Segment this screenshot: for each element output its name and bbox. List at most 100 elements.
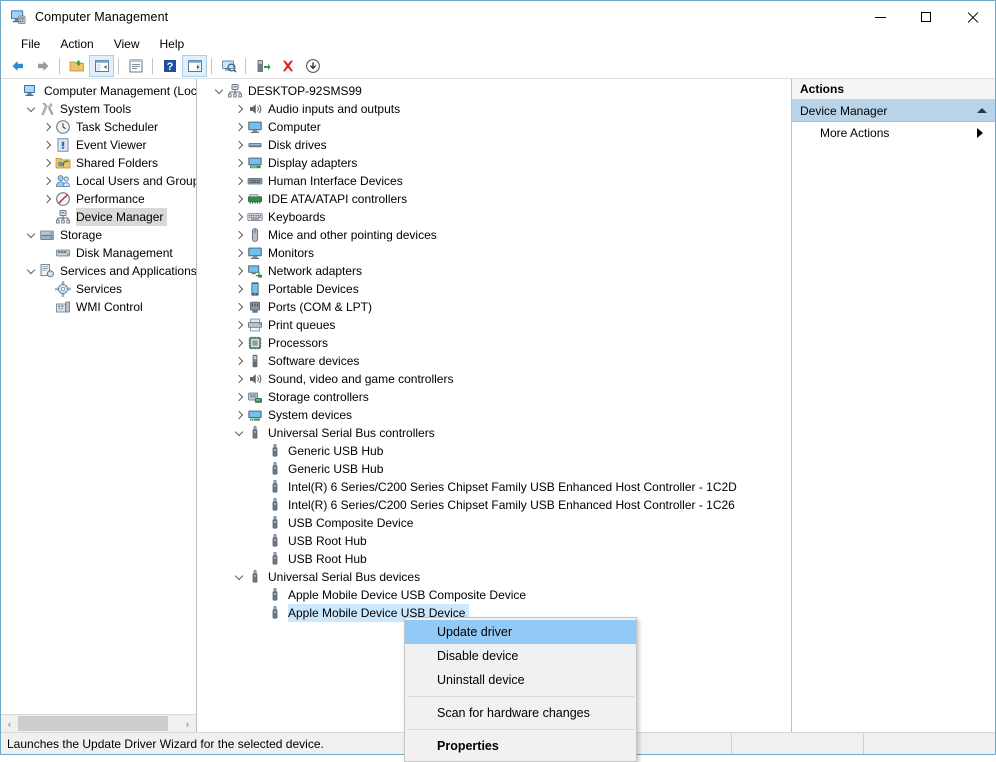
tree-item[interactable]: Shared Folders bbox=[1, 154, 196, 172]
chevron-right-icon[interactable] bbox=[231, 370, 247, 388]
tree-item[interactable]: Local Users and Groups bbox=[1, 172, 196, 190]
tree-item[interactable]: Services bbox=[1, 280, 196, 298]
tree-item[interactable]: Universal Serial Bus devices bbox=[197, 568, 791, 586]
tree-item[interactable]: Task Scheduler bbox=[1, 118, 196, 136]
chevron-down-icon[interactable] bbox=[231, 568, 247, 586]
tree-item[interactable]: Monitors bbox=[197, 244, 791, 262]
chevron-down-icon[interactable] bbox=[23, 262, 39, 280]
tree-item[interactable]: Sound, video and game controllers bbox=[197, 370, 791, 388]
tree-item[interactable]: Computer bbox=[197, 118, 791, 136]
chevron-down-icon[interactable] bbox=[211, 82, 227, 100]
show-hide-console-tree-button[interactable] bbox=[89, 55, 114, 77]
actions-group-device-manager[interactable]: Device Manager bbox=[792, 100, 995, 122]
chevron-right-icon[interactable] bbox=[231, 406, 247, 424]
chevron-right-icon[interactable] bbox=[231, 190, 247, 208]
close-button[interactable] bbox=[949, 1, 995, 33]
chevron-down-icon[interactable] bbox=[231, 424, 247, 442]
tree-item[interactable]: Storage bbox=[1, 226, 196, 244]
console-tree-hscrollbar[interactable]: ‹ › bbox=[1, 714, 196, 732]
tree-item[interactable]: USB Root Hub bbox=[197, 532, 791, 550]
tree-item[interactable]: Software devices bbox=[197, 352, 791, 370]
chevron-right-icon[interactable] bbox=[231, 262, 247, 280]
tree-item[interactable]: IDE ATA/ATAPI controllers bbox=[197, 190, 791, 208]
chevron-right-icon[interactable] bbox=[39, 172, 55, 190]
tree-item[interactable]: Portable Devices bbox=[197, 280, 791, 298]
chevron-right-icon[interactable] bbox=[39, 136, 55, 154]
chevron-right-icon[interactable] bbox=[231, 316, 247, 334]
tree-item[interactable]: Device Manager bbox=[1, 208, 196, 226]
chevron-right-icon[interactable] bbox=[231, 172, 247, 190]
chevron-right-icon[interactable] bbox=[231, 154, 247, 172]
help-button[interactable]: ? bbox=[157, 55, 182, 77]
properties-button[interactable] bbox=[123, 55, 148, 77]
tree-item[interactable]: Display adapters bbox=[197, 154, 791, 172]
tree-item[interactable]: Audio inputs and outputs bbox=[197, 100, 791, 118]
chevron-right-icon[interactable] bbox=[231, 226, 247, 244]
uninstall-device-button[interactable] bbox=[275, 55, 300, 77]
tree-item[interactable]: System devices bbox=[197, 406, 791, 424]
menu-view[interactable]: View bbox=[104, 35, 150, 53]
scroll-right-button[interactable]: › bbox=[179, 716, 196, 731]
disable-device-button[interactable] bbox=[300, 55, 325, 77]
tree-item[interactable]: Disk drives bbox=[197, 136, 791, 154]
chevron-right-icon[interactable] bbox=[231, 298, 247, 316]
tree-item[interactable]: Generic USB Hub bbox=[197, 460, 791, 478]
chevron-right-icon[interactable] bbox=[231, 280, 247, 298]
tree-item[interactable]: Performance bbox=[1, 190, 196, 208]
context-menu-item-update-driver[interactable]: Update driver bbox=[405, 620, 636, 644]
context-menu-item-uninstall-device[interactable]: Uninstall device bbox=[405, 668, 636, 692]
tree-item[interactable]: Network adapters bbox=[197, 262, 791, 280]
chevron-right-icon[interactable] bbox=[39, 190, 55, 208]
tree-item[interactable]: Apple Mobile Device USB Composite Device bbox=[197, 586, 791, 604]
tree-item[interactable]: Intel(R) 6 Series/C200 Series Chipset Fa… bbox=[197, 496, 791, 514]
console-tree[interactable]: Computer Management (LocalSystem ToolsTa… bbox=[1, 79, 196, 714]
up-one-level-button[interactable] bbox=[64, 55, 89, 77]
tree-item[interactable]: USB Composite Device bbox=[197, 514, 791, 532]
tree-item[interactable]: DESKTOP-92SMS99 bbox=[197, 82, 791, 100]
context-menu-item-scan-for-hardware-changes[interactable]: Scan for hardware changes bbox=[405, 701, 636, 725]
tree-item[interactable]: Event Viewer bbox=[1, 136, 196, 154]
chevron-right-icon[interactable] bbox=[231, 118, 247, 136]
tree-item[interactable]: Computer Management (Local bbox=[1, 82, 196, 100]
chevron-right-icon[interactable] bbox=[231, 136, 247, 154]
update-driver-button[interactable] bbox=[250, 55, 275, 77]
forward-button[interactable] bbox=[30, 55, 55, 77]
tree-item[interactable]: Universal Serial Bus controllers bbox=[197, 424, 791, 442]
tree-item[interactable]: System Tools bbox=[1, 100, 196, 118]
tree-item[interactable]: WMI Control bbox=[1, 298, 196, 316]
chevron-right-icon[interactable] bbox=[231, 100, 247, 118]
tree-item[interactable]: Services and Applications bbox=[1, 262, 196, 280]
tree-item[interactable]: Mice and other pointing devices bbox=[197, 226, 791, 244]
scroll-left-button[interactable]: ‹ bbox=[1, 716, 18, 731]
action-more-actions[interactable]: More Actions bbox=[792, 122, 995, 144]
scrollbar-thumb[interactable] bbox=[18, 716, 168, 731]
scan-for-hardware-changes-button[interactable] bbox=[216, 55, 241, 77]
chevron-down-icon[interactable] bbox=[23, 226, 39, 244]
tree-item[interactable]: Print queues bbox=[197, 316, 791, 334]
chevron-right-icon[interactable] bbox=[231, 352, 247, 370]
chevron-right-icon[interactable] bbox=[231, 208, 247, 226]
scrollbar-track[interactable] bbox=[18, 716, 179, 731]
tree-item[interactable]: Human Interface Devices bbox=[197, 172, 791, 190]
chevron-right-icon[interactable] bbox=[39, 118, 55, 136]
chevron-right-icon[interactable] bbox=[231, 244, 247, 262]
chevron-right-icon[interactable] bbox=[231, 334, 247, 352]
context-menu-item-disable-device[interactable]: Disable device bbox=[405, 644, 636, 668]
show-hide-action-pane-button[interactable] bbox=[182, 55, 207, 77]
tree-item[interactable]: Storage controllers bbox=[197, 388, 791, 406]
chevron-right-icon[interactable] bbox=[39, 154, 55, 172]
tree-item[interactable]: Keyboards bbox=[197, 208, 791, 226]
menu-file[interactable]: File bbox=[11, 35, 50, 53]
back-button[interactable] bbox=[5, 55, 30, 77]
tree-item[interactable]: Disk Management bbox=[1, 244, 196, 262]
maximize-button[interactable] bbox=[903, 1, 949, 33]
tree-item[interactable]: USB Root Hub bbox=[197, 550, 791, 568]
tree-item[interactable]: Generic USB Hub bbox=[197, 442, 791, 460]
chevron-up-icon[interactable] bbox=[977, 108, 987, 113]
menu-action[interactable]: Action bbox=[50, 35, 103, 53]
minimize-button[interactable] bbox=[857, 1, 903, 33]
chevron-down-icon[interactable] bbox=[23, 100, 39, 118]
tree-item[interactable]: Ports (COM & LPT) bbox=[197, 298, 791, 316]
chevron-right-icon[interactable] bbox=[231, 388, 247, 406]
tree-item[interactable]: Intel(R) 6 Series/C200 Series Chipset Fa… bbox=[197, 478, 791, 496]
